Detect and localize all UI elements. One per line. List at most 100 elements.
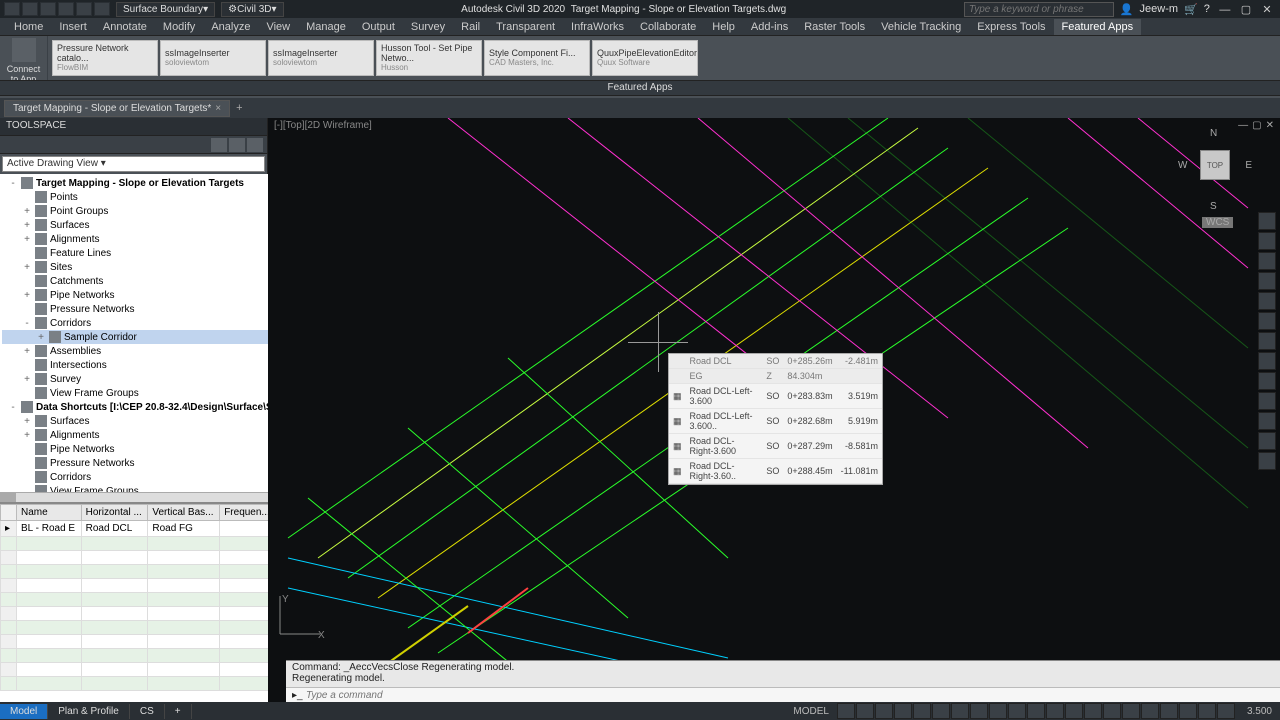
status-btn-ortho[interactable] — [875, 703, 893, 719]
status-btn-dyn[interactable] — [970, 703, 988, 719]
prospector-tree[interactable]: -Target Mapping - Slope or Elevation Tar… — [0, 174, 313, 492]
nav-extra7-icon[interactable] — [1258, 432, 1276, 450]
ribbon-tab-transparent[interactable]: Transparent — [488, 19, 563, 35]
ribbon-tab-collaborate[interactable]: Collaborate — [632, 19, 704, 35]
close-button[interactable]: ✕ — [1258, 3, 1276, 16]
ts-btn-3[interactable] — [247, 138, 263, 152]
layout-tab[interactable]: Model — [0, 704, 48, 719]
drawing-viewport[interactable]: [-][Top][2D Wireframe] — ▢ ✕ — [268, 118, 1280, 702]
nav-extra4-icon[interactable] — [1258, 372, 1276, 390]
grid-header[interactable]: Horizontal ... — [81, 505, 148, 521]
close-tab-icon[interactable]: × — [215, 103, 221, 114]
status-btn-qp[interactable] — [1122, 703, 1140, 719]
layout-tab[interactable]: Plan & Profile — [48, 704, 130, 719]
status-btn-transp[interactable] — [1008, 703, 1026, 719]
vp-max-icon[interactable]: ▢ — [1252, 120, 1261, 131]
vp-close-icon[interactable]: ✕ — [1266, 120, 1274, 131]
tree-hscrollbar[interactable] — [0, 492, 313, 502]
tree-node[interactable]: Feature Lines — [2, 246, 311, 260]
layout-tab[interactable]: + — [165, 704, 192, 719]
exchange-icon[interactable]: 🛒 — [1184, 3, 1198, 16]
signin-icon[interactable]: 👤 — [1120, 3, 1134, 16]
status-btn-ws[interactable] — [1065, 703, 1083, 719]
nav-full-icon[interactable] — [1258, 212, 1276, 230]
status-btn-lwt[interactable] — [989, 703, 1007, 719]
ribbon-tab-infraworks[interactable]: InfraWorks — [563, 19, 632, 35]
status-btn-anno[interactable] — [1046, 703, 1064, 719]
status-btn-iso[interactable] — [1141, 703, 1159, 719]
tree-node[interactable]: Pipe Networks — [2, 442, 311, 456]
ribbon-tab-home[interactable]: Home — [6, 19, 51, 35]
tree-node[interactable]: +Surfaces — [2, 414, 311, 428]
tree-node[interactable]: Catchments — [2, 274, 311, 288]
toolspace-view-dropdown[interactable]: Active Drawing View ▾ — [2, 156, 265, 172]
help-icon[interactable]: ? — [1204, 3, 1210, 15]
ts-btn-1[interactable] — [211, 138, 227, 152]
nav-orbit-icon[interactable] — [1258, 272, 1276, 290]
ribbon-tab-survey[interactable]: Survey — [403, 19, 453, 35]
tree-node[interactable]: +Sites — [2, 260, 311, 274]
vp-min-icon[interactable]: — — [1238, 120, 1248, 131]
user-name[interactable]: Jeew-m — [1140, 3, 1179, 15]
status-btn-units[interactable] — [1103, 703, 1121, 719]
featured-app-card[interactable]: QuuxPipeElevationEditorQuux Software — [592, 40, 698, 76]
nav-extra3-icon[interactable] — [1258, 352, 1276, 370]
ribbon-tab-output[interactable]: Output — [354, 19, 403, 35]
status-btn-hw[interactable] — [1160, 703, 1178, 719]
nav-extra6-icon[interactable] — [1258, 412, 1276, 430]
tree-node[interactable]: +Survey — [2, 372, 311, 386]
tree-node[interactable]: +Surfaces — [2, 218, 311, 232]
featured-app-card[interactable]: ssImageInsertersoloviewtom — [160, 40, 266, 76]
ribbon-tab-manage[interactable]: Manage — [298, 19, 354, 35]
tree-node[interactable]: Pressure Networks — [2, 456, 311, 470]
wcs-label[interactable]: WCS — [1202, 217, 1233, 228]
tree-node[interactable]: +Pipe Networks — [2, 288, 311, 302]
nav-zoom-icon[interactable] — [1258, 252, 1276, 270]
featured-app-card[interactable]: Husson Tool - Set Pipe Netwo...Husson — [376, 40, 482, 76]
nav-extra2-icon[interactable] — [1258, 332, 1276, 350]
ribbon-tab-modify[interactable]: Modify — [155, 19, 203, 35]
ribbon-tab-raster-tools[interactable]: Raster Tools — [796, 19, 873, 35]
tree-node[interactable]: Corridors — [2, 470, 311, 484]
item-grid[interactable]: NameHorizontal ...Vertical Bas...Frequen… — [0, 502, 313, 702]
tree-node[interactable]: +Alignments — [2, 232, 311, 246]
tree-node[interactable]: Intersections — [2, 358, 311, 372]
workspace-selector[interactable]: Surface Boundary ▾ — [116, 2, 215, 17]
status-btn-grid[interactable] — [837, 703, 855, 719]
status-btn-clean[interactable] — [1179, 703, 1197, 719]
ribbon-tab-insert[interactable]: Insert — [51, 19, 95, 35]
ribbon-tab-featured-apps[interactable]: Featured Apps — [1054, 19, 1142, 35]
grid-header[interactable]: Vertical Bas... — [148, 505, 220, 521]
status-btn-otrack[interactable] — [951, 703, 969, 719]
tree-node[interactable]: View Frame Groups — [2, 484, 311, 492]
ribbon-tab-help[interactable]: Help — [704, 19, 743, 35]
ribbon-tab-express-tools[interactable]: Express Tools — [969, 19, 1053, 35]
status-btn-snap[interactable] — [856, 703, 874, 719]
ribbon-tab-view[interactable]: View — [258, 19, 298, 35]
nav-extra5-icon[interactable] — [1258, 392, 1276, 410]
status-btn-3dosnap[interactable] — [932, 703, 950, 719]
product-selector[interactable]: ⚙ Civil 3D ▾ — [221, 2, 283, 17]
anno-scale[interactable]: 3.500 — [1239, 706, 1280, 717]
nav-extra1-icon[interactable] — [1258, 312, 1276, 330]
featured-app-card[interactable]: Pressure Network catalo...FlowBIM — [52, 40, 158, 76]
tree-node[interactable]: +Point Groups — [2, 204, 311, 218]
ribbon-tab-analyze[interactable]: Analyze — [203, 19, 258, 35]
new-icon[interactable] — [22, 2, 38, 16]
featured-app-card[interactable]: Style Component Fi...CAD Masters, Inc. — [484, 40, 590, 76]
save-icon[interactable] — [58, 2, 74, 16]
undo-icon[interactable] — [76, 2, 92, 16]
model-mode-label[interactable]: MODEL — [785, 706, 837, 717]
command-line[interactable]: Command: _AeccVecsClose Regenerating mod… — [286, 660, 1280, 702]
ribbon-tab-rail[interactable]: Rail — [453, 19, 488, 35]
redo-icon[interactable] — [94, 2, 110, 16]
command-input[interactable] — [306, 690, 1274, 701]
restore-button[interactable]: ▢ — [1237, 3, 1255, 16]
status-btn-monitor[interactable] — [1084, 703, 1102, 719]
status-btn-full[interactable] — [1198, 703, 1216, 719]
nav-pan-icon[interactable] — [1258, 232, 1276, 250]
tree-node[interactable]: +Sample Corridor — [2, 330, 311, 344]
grid-header[interactable]: Name — [17, 505, 82, 521]
ribbon-tab-add-ins[interactable]: Add-ins — [743, 19, 796, 35]
ribbon-tab-annotate[interactable]: Annotate — [95, 19, 155, 35]
